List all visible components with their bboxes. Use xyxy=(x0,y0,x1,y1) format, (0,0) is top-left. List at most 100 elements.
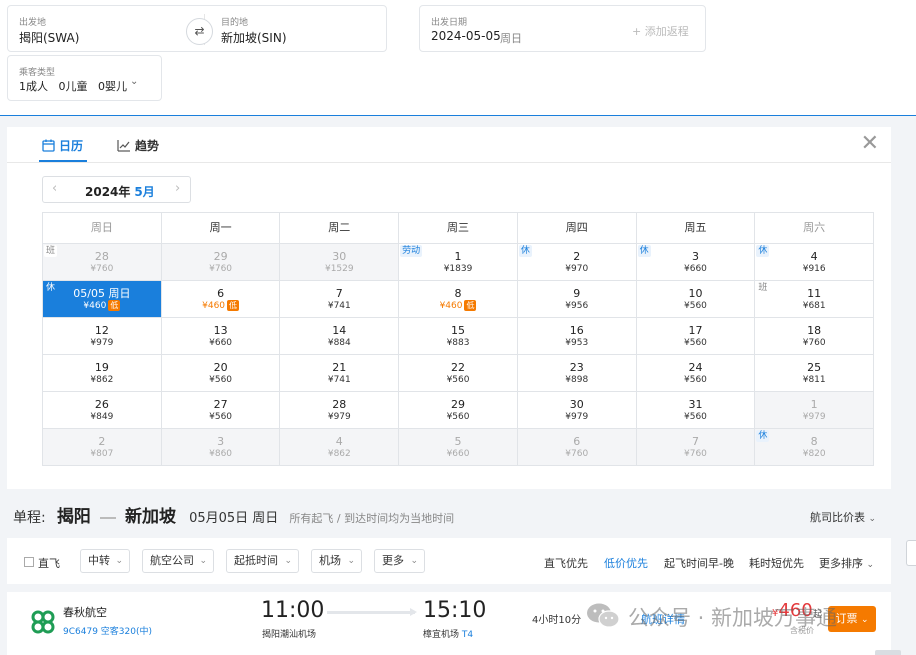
book-button-label: 订票 xyxy=(835,612,858,625)
chevron-left-icon[interactable]: ‹ xyxy=(52,181,57,196)
date-label: 出发日期 xyxy=(431,18,468,28)
to-label: 目的地 xyxy=(221,18,249,28)
calendar-day[interactable]: 17 ¥560 xyxy=(636,318,756,355)
calendar-day-price-value: ¥1839 xyxy=(443,264,473,274)
calendar-day-number: 31 xyxy=(688,398,703,411)
sort-direct-first[interactable]: 直飞优先 xyxy=(544,555,588,571)
calendar-day[interactable]: 28 ¥979 xyxy=(280,392,400,429)
calendar-day[interactable]: 27 ¥560 xyxy=(161,392,281,429)
calendar-day[interactable]: 22 ¥560 xyxy=(399,355,518,392)
calendar-day-price-value: ¥560 xyxy=(446,412,470,422)
calendar-day-price-value: ¥560 xyxy=(684,338,707,348)
calendar-day-price-value: ¥956 xyxy=(565,301,589,311)
airline-compare-button[interactable]: 航司比价表 ⌄ xyxy=(810,509,876,525)
calendar-day[interactable]: 休 2 ¥970 xyxy=(517,244,637,281)
direct-checkbox-label[interactable]: 直飞 xyxy=(38,555,60,571)
calendar-day[interactable]: 30 ¥1529 xyxy=(280,244,400,281)
calendar-day[interactable]: 7 ¥760 xyxy=(636,429,756,466)
calendar-day[interactable]: 班 28 ¥760 xyxy=(43,244,162,281)
calendar-day[interactable]: 21 ¥741 xyxy=(280,355,400,392)
trend-chart-icon xyxy=(117,140,130,152)
calendar-day[interactable]: 6 ¥460 低 xyxy=(161,281,281,318)
direct-checkbox[interactable] xyxy=(24,557,34,567)
calendar-day[interactable]: 1 ¥979 xyxy=(755,392,875,429)
local-time-note: 所有起飞 / 到达时间均为当地时间 xyxy=(289,512,455,525)
sort-lowest-price[interactable]: 低价优先 xyxy=(604,555,648,571)
calendar-day[interactable]: 6 ¥760 xyxy=(517,429,637,466)
calendar-day[interactable]: 休 8 ¥820 xyxy=(755,429,875,466)
to-field[interactable]: 新加坡(SIN) xyxy=(221,29,287,46)
date-field[interactable]: 2024-05-05 xyxy=(431,29,501,43)
chevron-right-icon[interactable]: › xyxy=(175,181,180,196)
filter-airline-label: 航空公司 xyxy=(150,554,194,567)
tab-trend-label: 趋势 xyxy=(135,139,160,153)
calendar-day[interactable]: 29 ¥760 xyxy=(161,244,281,281)
calendar-day[interactable]: 19 ¥862 xyxy=(43,355,162,392)
date-selector[interactable]: 出发日期 2024-05-05 周日 + 添加返程 xyxy=(419,5,706,52)
sort-shortest-duration[interactable]: 耗时短优先 xyxy=(749,555,804,571)
calendar-day-price: ¥1529 xyxy=(280,263,398,275)
trip-type-label: 单程: xyxy=(13,510,46,526)
from-field[interactable]: 揭阳(SWA) xyxy=(19,29,79,46)
close-icon[interactable]: ✕ xyxy=(861,133,879,155)
sort-more[interactable]: 更多排序 ⌄ xyxy=(819,555,874,571)
passenger-selector[interactable]: 乘客类型 1成人 0儿童 0婴儿 ⌄ xyxy=(7,55,162,101)
calendar-day-number: 22 xyxy=(451,361,466,374)
calendar-day-price: ¥741 xyxy=(280,374,398,386)
calendar-day[interactable]: 3 ¥860 xyxy=(161,429,281,466)
filter-time-dropdown[interactable]: 起抵时间 ⌄ xyxy=(226,549,299,573)
calendar-day[interactable]: 4 ¥862 xyxy=(280,429,400,466)
calendar-day[interactable]: 13 ¥660 xyxy=(161,318,281,355)
calendar-day-price: ¥979 xyxy=(280,411,398,423)
filter-airline-dropdown[interactable]: 航空公司 ⌄ xyxy=(142,549,214,573)
filter-more-dropdown[interactable]: 更多 ⌄ xyxy=(374,549,425,573)
calendar-day-number: 6 xyxy=(217,287,225,300)
add-return-button[interactable]: + 添加返程 xyxy=(632,23,689,39)
calendar-day[interactable]: 10 ¥560 xyxy=(636,281,756,318)
filter-transfer-dropdown[interactable]: 中转 ⌄ xyxy=(80,549,130,573)
calendar-day[interactable]: 9 ¥956 xyxy=(517,281,637,318)
calendar-day[interactable]: 18 ¥760 xyxy=(755,318,875,355)
calendar-day-price: ¥760 xyxy=(637,448,755,460)
calendar-day[interactable]: 26 ¥849 xyxy=(43,392,162,429)
calendar-day[interactable]: 31 ¥560 xyxy=(636,392,756,429)
calendar-day[interactable]: 29 ¥560 xyxy=(399,392,518,429)
tab-trend[interactable]: 趋势 xyxy=(117,137,159,154)
chevron-down-icon: ⌄ xyxy=(115,556,123,566)
date-weekday: 周日 xyxy=(500,32,522,45)
calendar-day[interactable]: 20 ¥560 xyxy=(161,355,281,392)
swap-icon[interactable]: ⇄ xyxy=(186,18,213,45)
sort-departure-time[interactable]: 起飞时间早-晚 xyxy=(664,555,734,571)
calendar-day[interactable]: 7 ¥741 xyxy=(280,281,400,318)
flight-number[interactable]: 9C6479 空客320(中) xyxy=(63,624,152,637)
calendar-day[interactable]: 25 ¥811 xyxy=(755,355,875,392)
calendar-day-number: 17 xyxy=(688,324,703,337)
calendar-day[interactable]: 休 4 ¥916 xyxy=(755,244,875,281)
weekday-header-cell: 周三 xyxy=(399,213,518,244)
calendar-day[interactable]: 23 ¥898 xyxy=(517,355,637,392)
calendar-day[interactable]: 16 ¥953 xyxy=(517,318,637,355)
calendar-day[interactable]: 8 ¥460 低 xyxy=(399,281,518,318)
holiday-badge: 休 xyxy=(756,245,770,257)
calendar-day-selected[interactable]: 休 05/05 周日 ¥460 低 xyxy=(43,281,162,318)
calendar-day-price-value: ¥898 xyxy=(565,375,589,385)
calendar-day[interactable]: 2 ¥807 xyxy=(43,429,162,466)
route-date: 05月05日 周日 xyxy=(189,511,279,526)
calendar-day[interactable]: 12 ¥979 xyxy=(43,318,162,355)
calendar-day[interactable]: 14 ¥884 xyxy=(280,318,400,355)
calendar-day[interactable]: 30 ¥979 xyxy=(517,392,637,429)
calendar-day[interactable]: 休 3 ¥660 xyxy=(636,244,756,281)
calendar-day[interactable]: 班 11 ¥681 xyxy=(755,281,875,318)
calendar-day[interactable]: 5 ¥660 xyxy=(399,429,518,466)
calendar-day-price: ¥660 xyxy=(399,448,517,460)
calendar-day-price: ¥760 xyxy=(518,448,636,460)
calendar-day[interactable]: 15 ¥883 xyxy=(399,318,518,355)
calendar-day-price-value: ¥1529 xyxy=(324,264,354,274)
scroll-handle[interactable] xyxy=(875,650,901,655)
tab-calendar[interactable]: 日历 xyxy=(42,137,83,154)
calendar-day[interactable]: 劳动 1 ¥1839 xyxy=(399,244,518,281)
calendar-day[interactable]: 24 ¥560 xyxy=(636,355,756,392)
calendar-week-row: 19 ¥862 20 ¥560 21 ¥741 22 ¥560 23 ¥898 24 ¥560 25 ¥8… xyxy=(43,355,875,392)
side-tab[interactable] xyxy=(906,540,916,566)
filter-airport-dropdown[interactable]: 机场 ⌄ xyxy=(311,549,362,573)
